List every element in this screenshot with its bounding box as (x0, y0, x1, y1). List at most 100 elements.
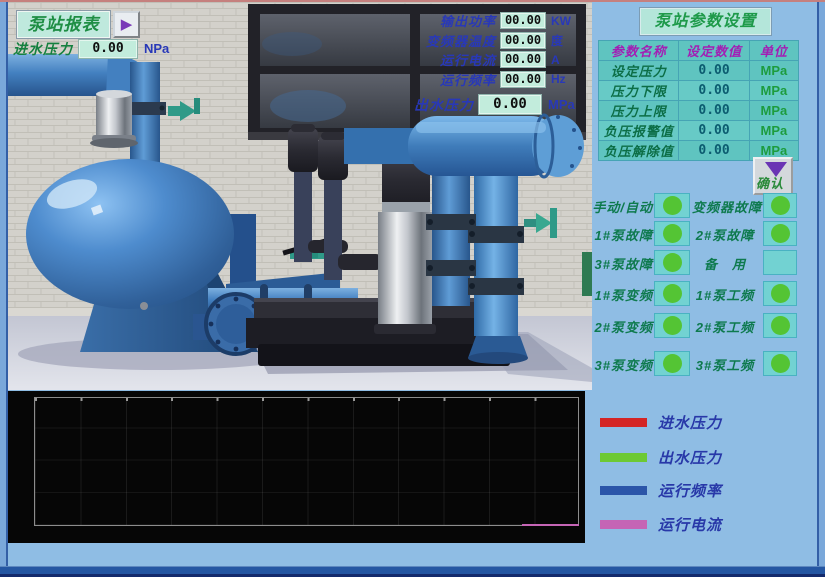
output-power-value: 00.00 (500, 12, 546, 29)
trend-plot-area (34, 397, 579, 526)
outlet-pressure-label: 出水压力 (414, 95, 474, 115)
hmi-screen: 泵站报表 ▶ 进水压力 0.00 NPa 输出功率 00.00 KW 变频器温度… (0, 0, 825, 577)
lamp-on-indicator (663, 284, 682, 303)
inverter-temp-value: 00.00 (500, 32, 546, 49)
run-current-label: 运行电流 (400, 50, 496, 69)
param-value-input[interactable]: 0.00 (679, 141, 749, 161)
param-unit: MPa (749, 61, 798, 81)
settings-panel-title: 泵站参数设置 (640, 8, 771, 35)
run-current-value: 00.00 (500, 51, 546, 68)
run-frequency-value: 00.00 (500, 71, 546, 88)
confirm-button-label: 确认 (756, 173, 784, 192)
lamp-pump3-fault (654, 250, 690, 275)
status-label-pump2-mains: 2#泵工频 (692, 317, 758, 336)
legend-label-outlet: 出水压力 (658, 447, 722, 468)
param-value-input[interactable]: 0.00 (679, 61, 749, 81)
inlet-pressure-readout: 进水压力 0.00 NPa (13, 38, 169, 59)
status-row-pump1-mode: 1#泵变频 1#泵工频 (595, 281, 817, 307)
legend-label-inlet: 进水压力 (658, 412, 722, 433)
output-power-label: 输出功率 (400, 11, 496, 30)
status-label-manual-auto: 手动/自动 (592, 197, 653, 216)
status-row-auto: 手动/自动 变频器故障 (595, 193, 817, 219)
outlet-pressure-unit: MPa (548, 97, 575, 112)
param-name: 压力下限 (599, 81, 679, 101)
lamp-on-indicator (663, 253, 682, 272)
run-frequency-unit: Hz (551, 72, 577, 86)
lamp-on-indicator (663, 224, 682, 243)
run-frequency-row: 运行频率 00.00 Hz (400, 70, 577, 90)
status-label-pump3-mains: 3#泵工频 (692, 355, 758, 374)
param-name: 负压解除值 (599, 141, 679, 161)
lamp-pump2-vfd (654, 313, 690, 338)
status-label-pump3-vfd: 3#泵变频 (595, 355, 653, 374)
report-play-icon[interactable]: ▶ (113, 11, 140, 38)
lamp-on-indicator (771, 316, 790, 335)
status-label-pump1-fault: 1#泵故障 (595, 225, 653, 244)
param-unit: MPa (749, 81, 798, 101)
lamp-pump3-vfd (654, 351, 690, 376)
lamp-on-indicator (663, 316, 682, 335)
param-name: 压力上限 (599, 101, 679, 121)
header-tank (408, 115, 584, 177)
inverter-temp-row: 变频器温度 00.00 度 (400, 31, 577, 51)
legend-swatch-frequency (600, 486, 647, 495)
param-name: 负压报警值 (599, 121, 679, 141)
lamp-spare-empty (763, 250, 797, 275)
frame-right-edge (817, 2, 825, 568)
legend-label-current: 运行电流 (658, 514, 722, 535)
status-label-spare: 备 用 (692, 254, 758, 273)
output-power-row: 输出功率 00.00 KW (400, 11, 577, 31)
status-label-pump1-mains: 1#泵工频 (692, 285, 758, 304)
status-label-vfd-fault: 变频器故障 (692, 197, 758, 216)
legend-swatch-inlet (600, 418, 647, 427)
status-row-fault-12: 1#泵故障 2#泵故障 (595, 221, 817, 247)
lamp-on-indicator (663, 196, 682, 215)
outlet-pressure-value: 0.00 (478, 94, 542, 115)
run-current-trace (522, 524, 579, 526)
frame-top-edge (0, 0, 825, 2)
inverter-temp-label: 变频器温度 (400, 31, 496, 50)
table-row: 压力下限 0.00 MPa (599, 81, 799, 101)
legend-swatch-outlet (600, 453, 647, 462)
status-row-pump2-mode: 2#泵变频 2#泵工频 (595, 313, 817, 339)
status-label-pump2-fault: 2#泵故障 (692, 225, 758, 244)
status-row-pump3-mode: 3#泵变频 3#泵工频 (595, 351, 817, 377)
col-param-name: 参数名称 (599, 41, 679, 61)
lamp-on-indicator (771, 284, 790, 303)
lamp-on-indicator (771, 354, 790, 373)
col-set-value: 设定数值 (679, 41, 749, 61)
frame-left-edge (0, 2, 8, 568)
report-button[interactable]: 泵站报表 (16, 10, 111, 39)
lamp-on-indicator (771, 224, 790, 243)
tank-vent-cylinder (90, 90, 138, 148)
lamp-pump1-mains (763, 281, 797, 306)
wall-equipment (582, 252, 592, 296)
param-value-input[interactable]: 0.00 (679, 81, 749, 101)
frame-bottom-edge (0, 566, 825, 577)
outlet-pressure-readout: 出水压力 0.00 MPa (414, 94, 575, 115)
inlet-pressure-label: 进水压力 (13, 39, 73, 59)
measurement-readouts: 输出功率 00.00 KW 变频器温度 00.00 度 运行电流 00.00 A… (400, 11, 577, 89)
settings-header-row: 参数名称 设定数值 单位 (599, 41, 799, 61)
confirm-button[interactable]: 确认 (753, 157, 793, 195)
param-unit: MPa (749, 121, 798, 141)
lamp-pump1-fault (654, 221, 690, 246)
output-power-unit: KW (551, 14, 577, 28)
legend-label-frequency: 运行频率 (658, 480, 722, 501)
inverter-temp-unit: 度 (551, 32, 577, 49)
lamp-on-indicator (771, 196, 790, 215)
status-row-fault-3-spare: 3#泵故障 备 用 (595, 250, 817, 276)
status-label-pump3-fault: 3#泵故障 (595, 254, 653, 273)
lamp-pump2-mains (763, 313, 797, 338)
param-value-input[interactable]: 0.00 (679, 121, 749, 141)
param-value-input[interactable]: 0.00 (679, 101, 749, 121)
lamp-on-indicator (663, 354, 682, 373)
lamp-vfd-fault (763, 193, 797, 218)
col-unit: 单位 (749, 41, 798, 61)
status-label-pump1-vfd: 1#泵变频 (595, 285, 653, 304)
table-row: 负压报警值 0.00 MPa (599, 121, 799, 141)
param-unit: MPa (749, 101, 798, 121)
lamp-pump1-vfd (654, 281, 690, 306)
status-label-pump2-vfd: 2#泵变频 (595, 317, 653, 336)
inlet-pressure-unit: NPa (144, 41, 169, 56)
